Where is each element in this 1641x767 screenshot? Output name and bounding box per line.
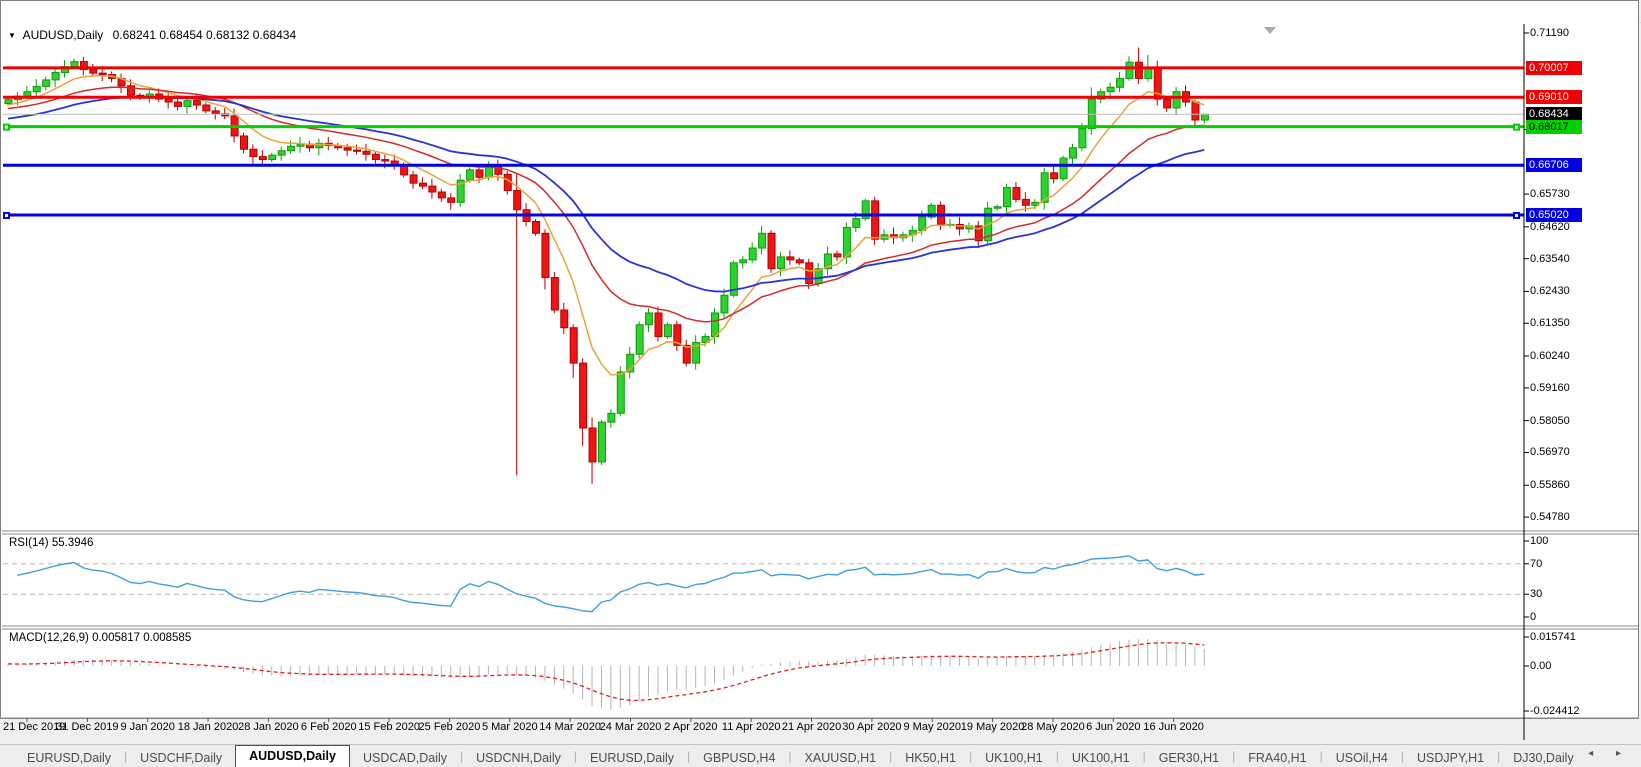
price-tick-label: 0.63540 — [1530, 252, 1570, 265]
chart-shift-marker-icon[interactable] — [1264, 27, 1276, 34]
price-tick-label: 0.54780 — [1530, 511, 1570, 524]
price-badge-0.70007[interactable]: 0.70007 — [1526, 60, 1582, 75]
tab-scroll-right-icon[interactable]: ▸ — [1616, 748, 1631, 759]
chart-tab-HK50-H1[interactable]: HK50,H1 — [892, 749, 969, 767]
date-tick-label: 5 Mar 2020 — [481, 721, 538, 733]
price-badge-0.68017[interactable]: 0.68017 — [1526, 119, 1582, 134]
collapse-triangle-icon[interactable]: ▼ — [8, 31, 16, 40]
moving-average-lines — [7, 74, 1205, 376]
rsi-pane — [3, 555, 1524, 613]
price-tick-label: 0.61350 — [1530, 317, 1570, 330]
date-tick-label: 24 Mar 2020 — [599, 721, 662, 733]
chart-tab-FRA40-H1[interactable]: FRA40,H1 — [1235, 749, 1319, 767]
tab-scroll-arrows: ◂ ▸ — [1588, 748, 1631, 759]
date-tick-label: 30 Apr 2020 — [842, 721, 902, 733]
date-tick-label: 2 Apr 2020 — [664, 721, 718, 733]
chart-tab-USDCHF-Daily[interactable]: USDCHF,Daily — [127, 749, 235, 767]
rsi-tick-label: 70 — [1530, 557, 1543, 570]
date-tick-label: 21 Apr 2020 — [781, 721, 842, 733]
horizontal-line-objects[interactable] — [3, 66, 1524, 220]
chart-canvas[interactable] — [0, 0, 1641, 766]
rsi-tick-label: 100 — [1530, 535, 1549, 547]
date-tick-label: 28 Jan 2020 — [238, 721, 299, 733]
chart-title: ▼ AUDUSD,Daily 0.68241 0.68454 0.68132 0… — [8, 28, 296, 42]
chart-tab-DJ30-Daily[interactable]: DJ30,Daily — [1500, 749, 1586, 767]
chart-tab-USDCAD-Daily[interactable]: USDCAD,Daily — [350, 749, 460, 767]
date-tick-label: 31 Dec 2019 — [56, 721, 119, 733]
date-tick-label: 16 Jun 2020 — [1143, 721, 1204, 733]
chart-tab-XAUUSD-H1[interactable]: XAUUSD,H1 — [792, 749, 890, 767]
price-tick-label: 0.65730 — [1530, 188, 1570, 201]
date-tick-label: 6 Jun 2020 — [1086, 721, 1141, 733]
rsi-tick-label: 0 — [1530, 611, 1537, 623]
chart-tab-AUDUSD-Daily[interactable]: AUDUSD,Daily — [235, 745, 350, 767]
date-tick-label: 6 Feb 2020 — [300, 721, 357, 733]
price-badge-0.69010[interactable]: 0.69010 — [1526, 90, 1582, 105]
chart-tabs-bar: EURUSD,Daily | USDCHF,Daily AUDUSD,Daily USD… — [0, 744, 1641, 767]
price-badge-0.65020[interactable]: 0.65020 — [1526, 208, 1582, 222]
chart-tab-UK100-H1[interactable]: UK100,H1 — [972, 749, 1056, 767]
macd-tick-label: 0.00 — [1530, 660, 1552, 672]
price-tick-label: 0.60240 — [1530, 350, 1570, 363]
chart-symbol-label: AUDUSD,Daily — [22, 28, 104, 42]
macd-tick-label: 0.015741 — [1530, 631, 1576, 643]
tab-scroll-left-icon[interactable]: ◂ — [1588, 748, 1603, 759]
macd-indicator-label: MACD(12,26,9) 0.005817 0.008585 — [9, 632, 192, 644]
date-tick-label: 25 Feb 2020 — [418, 721, 481, 733]
chart-tab-USDJPY-H1[interactable]: USDJPY,H1 — [1404, 749, 1497, 767]
date-tick-label: 14 Mar 2020 — [539, 721, 602, 733]
macd-tick-label: -0.024412 — [1530, 705, 1580, 717]
candlestick-series — [4, 47, 1209, 485]
chart-tab-EURUSD-Daily[interactable]: EURUSD,Daily — [577, 749, 687, 767]
macd-signal-line — [7, 642, 1205, 702]
mt4-terminal: ▾ M1M5M15M30H1H4D1W1MN ▼ AUDUSD,Daily 0.… — [0, 0, 1641, 767]
chart-tab-USOil-H4[interactable]: USOil,H4 — [1323, 749, 1401, 767]
chart-tab-GBPUSD-H4[interactable]: GBPUSD,H4 — [690, 749, 788, 767]
date-tick-label: 15 Feb 2020 — [358, 721, 420, 733]
rsi-indicator-label: RSI(14) 55.3946 — [9, 537, 94, 549]
rsi-tick-label: 30 — [1530, 588, 1543, 601]
chart-tab-EURUSD-Daily[interactable]: EURUSD,Daily — [14, 749, 124, 767]
price-tick-label: 0.71190 — [1530, 27, 1569, 39]
chart-tabs: EURUSD,Daily | USDCHF,Daily AUDUSD,Daily USD… — [0, 745, 1587, 767]
price-tick-label: 0.55860 — [1530, 479, 1570, 492]
date-tick-label: 9 May 2020 — [903, 721, 961, 733]
pane-separators-and-axis — [2, 24, 1638, 740]
price-tick-label: 0.56970 — [1530, 446, 1570, 459]
date-tick-label: 19 May 2020 — [960, 721, 1025, 733]
price-tick-label: 0.62430 — [1530, 285, 1570, 298]
date-tick-label: 9 Jan 2020 — [120, 721, 175, 733]
price-tick-label: 0.58050 — [1530, 414, 1570, 427]
price-badge-0.66706[interactable]: 0.66706 — [1526, 158, 1582, 173]
price-tick-label: 0.64620 — [1530, 220, 1570, 233]
price-tick-label: 0.59160 — [1530, 381, 1570, 394]
chart-tab-UK100-H1[interactable]: UK100,H1 — [1059, 749, 1143, 767]
date-tick-label: 28 May 2020 — [1021, 721, 1085, 733]
macd-pane — [7, 638, 1205, 710]
date-tick-label: 18 Jan 2020 — [177, 721, 239, 733]
chart-ohlc-values: 0.68241 0.68454 0.68132 0.68434 — [112, 28, 297, 42]
date-tick-label: 11 Apr 2020 — [721, 721, 781, 733]
chart-tab-GER30-H1[interactable]: GER30,H1 — [1146, 749, 1232, 767]
chart-tab-USDCNH-Daily[interactable]: USDCNH,Daily — [463, 749, 574, 767]
